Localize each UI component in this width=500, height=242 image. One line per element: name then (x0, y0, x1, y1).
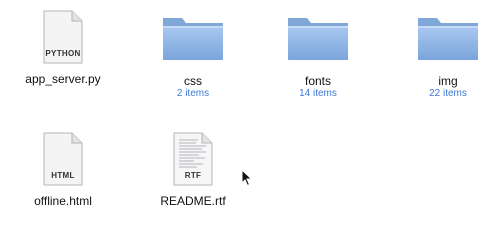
python-document-icon: PYTHON (42, 10, 84, 64)
folder-css[interactable]: css 2 items (138, 14, 248, 100)
folder-fonts[interactable]: fonts 14 items (263, 14, 373, 100)
folder-icon (418, 18, 478, 60)
file-readme-rtf[interactable]: RTF README.rtf (138, 132, 248, 208)
item-count: 22 items (429, 88, 467, 99)
html-document-icon: HTML (42, 132, 84, 186)
folder-img[interactable]: img 22 items (393, 14, 500, 100)
item-count: 2 items (176, 88, 210, 99)
folder-icon (288, 18, 348, 60)
file-name: README.rtf (160, 194, 226, 208)
file-name: app_server.py (25, 72, 101, 86)
folder-name: css (184, 74, 202, 88)
document-type-label: RTF (184, 171, 202, 180)
document-type-label: PYTHON (45, 49, 81, 58)
file-app-server-py[interactable]: PYTHON app_server.py (8, 10, 118, 86)
file-name: offline.html (34, 194, 92, 208)
document-type-label: HTML (51, 171, 75, 180)
file-offline-html[interactable]: HTML offline.html (8, 132, 118, 208)
folder-name: img (438, 74, 458, 88)
item-count: 14 items (299, 88, 337, 99)
folder-name: fonts (304, 74, 331, 88)
rtf-document-icon: RTF (172, 132, 214, 186)
folder-icon (163, 18, 223, 60)
mouse-cursor-icon (241, 169, 253, 187)
